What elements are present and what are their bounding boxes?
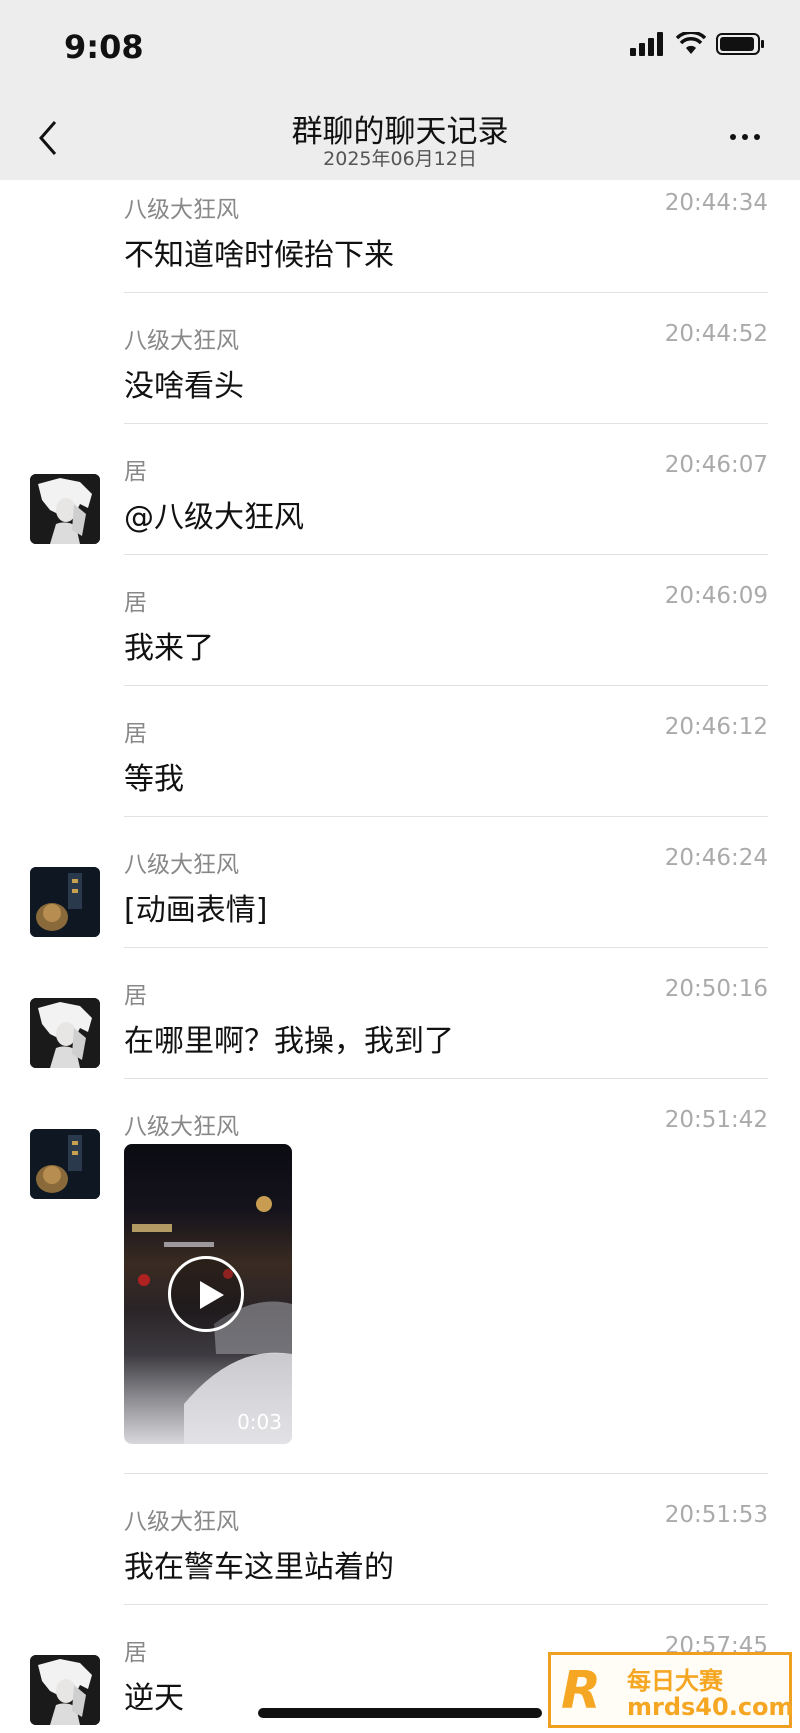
- message-item[interactable]: 居 20:50:16 在哪里啊？我操，我到了: [0, 948, 800, 1079]
- play-button[interactable]: [168, 1256, 244, 1332]
- avatar-ju[interactable]: [30, 474, 100, 544]
- home-indicator[interactable]: [258, 1708, 542, 1718]
- message-text: 我在警车这里站着的: [124, 1550, 394, 1585]
- status-icons: [630, 32, 766, 56]
- sender-name: 八级大狂风: [124, 1509, 239, 1535]
- anime-avatar-icon: [30, 1655, 100, 1725]
- watermark-logo: R: [561, 1661, 602, 1721]
- message-text: 等我: [124, 762, 184, 797]
- photo-avatar-icon: [30, 867, 100, 937]
- message-time: 20:46:12: [664, 714, 768, 740]
- signal-icon: [630, 32, 663, 56]
- more-dot-icon: [742, 134, 748, 140]
- message-text: 不知道啥时候抬下来: [124, 238, 394, 273]
- message-item[interactable]: 八级大狂风 20:46:24 [动画表情]: [0, 817, 800, 948]
- sender-name: 八级大狂风: [124, 1114, 239, 1140]
- message-time: 20:51:53: [664, 1502, 768, 1528]
- watermark-url: mrds40.com: [627, 1693, 794, 1721]
- message-text: 在哪里啊？我操，我到了: [124, 1024, 454, 1059]
- avatar-ju[interactable]: [30, 998, 100, 1068]
- message-time: 20:44:34: [664, 190, 768, 216]
- message-text: 逆天: [124, 1681, 184, 1716]
- message-text: 没啥看头: [124, 369, 244, 404]
- message-text: 我来了: [124, 631, 214, 666]
- message-item[interactable]: 居 20:46:07 @八级大狂风: [0, 424, 800, 555]
- sender-name: 八级大狂风: [124, 197, 239, 223]
- sender-name: 八级大狂风: [124, 328, 239, 354]
- message-item[interactable]: 八级大狂风 20:44:52 没啥看头: [0, 293, 800, 424]
- message-item[interactable]: 居 20:46:09 我来了: [0, 555, 800, 686]
- more-dot-icon: [730, 134, 736, 140]
- message-item-video[interactable]: 八级大狂风 20:51:42: [0, 1079, 800, 1474]
- message-item[interactable]: 居 20:46:12 等我: [0, 686, 800, 817]
- battery-icon: [716, 33, 764, 55]
- message-time: 20:46:24: [664, 845, 768, 871]
- wifi-icon: [676, 32, 706, 54]
- watermark: R 每日大赛 mrds40.com: [548, 1652, 794, 1728]
- status-time: 9:08: [64, 28, 144, 66]
- message-text: @八级大狂风: [124, 500, 304, 535]
- more-button[interactable]: [720, 122, 770, 152]
- message-item[interactable]: 八级大狂风 20:51:53 我在警车这里站着的: [0, 1474, 800, 1605]
- video-duration: 0:03: [237, 1410, 282, 1434]
- anime-avatar-icon: [30, 474, 100, 544]
- sender-name: 居: [124, 721, 147, 747]
- sender-name: 居: [124, 983, 147, 1009]
- message-item[interactable]: 八级大狂风 20:44:34 不知道啥时候抬下来: [0, 162, 800, 293]
- video-thumbnail[interactable]: 0:03: [124, 1144, 292, 1444]
- more-dot-icon: [754, 134, 760, 140]
- message-time: 20:50:16: [664, 976, 768, 1002]
- message-text: [动画表情]: [124, 893, 268, 928]
- avatar-ju[interactable]: [30, 1655, 100, 1725]
- sender-name: 居: [124, 1640, 147, 1666]
- sender-name: 居: [124, 459, 147, 485]
- avatar-bajidakuangfeng[interactable]: [30, 867, 100, 937]
- photo-avatar-icon: [30, 1129, 100, 1199]
- message-time: 20:44:52: [664, 321, 768, 347]
- message-time: 20:51:42: [664, 1107, 768, 1133]
- avatar-bajidakuangfeng[interactable]: [30, 1129, 100, 1199]
- watermark-title: 每日大赛: [627, 1667, 723, 1695]
- message-time: 20:46:07: [664, 452, 768, 478]
- sender-name: 居: [124, 590, 147, 616]
- anime-avatar-icon: [30, 998, 100, 1068]
- sender-name: 八级大狂风: [124, 852, 239, 878]
- message-time: 20:46:09: [664, 583, 768, 609]
- status-bar: 9:08: [0, 0, 800, 100]
